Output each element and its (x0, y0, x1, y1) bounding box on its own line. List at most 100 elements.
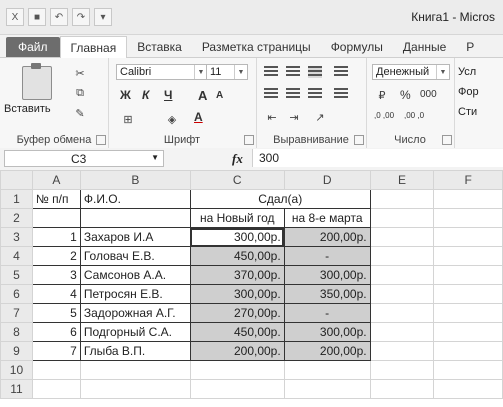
align-left-icon[interactable] (264, 88, 278, 100)
cell[interactable] (369, 208, 435, 228)
cell[interactable] (283, 360, 371, 380)
decrease-indent-icon[interactable]: ⇤ (264, 110, 280, 124)
column-header[interactable]: D (283, 170, 371, 190)
insert-function-icon[interactable]: fx (232, 151, 243, 167)
tab-home[interactable]: Главная (59, 36, 128, 58)
cell[interactable] (283, 379, 371, 399)
align-bottom-icon[interactable] (308, 66, 322, 78)
cell[interactable]: 370,00р. (189, 265, 285, 285)
cell[interactable] (31, 379, 81, 399)
cell[interactable] (79, 360, 191, 380)
column-header[interactable]: B (79, 170, 191, 190)
cell[interactable] (433, 341, 503, 361)
cell[interactable]: 300,00р. (283, 265, 371, 285)
orientation-icon[interactable]: ↗ (312, 110, 328, 124)
cell[interactable] (433, 360, 503, 380)
number-launcher-icon[interactable] (442, 135, 452, 145)
align-top-icon[interactable] (264, 66, 278, 78)
cell[interactable]: на 8-е марта (283, 208, 371, 228)
cell[interactable] (31, 208, 81, 228)
cell[interactable]: Головач Е.В. (79, 246, 191, 266)
copy-icon[interactable]: ⧉ (72, 86, 88, 100)
cell[interactable] (369, 322, 435, 342)
tab-insert[interactable]: Вставка (127, 37, 192, 57)
align-middle-icon[interactable] (286, 66, 300, 78)
cell[interactable] (433, 284, 503, 304)
grow-font-button[interactable]: A (198, 88, 207, 103)
row-header[interactable]: 9 (0, 341, 33, 361)
row-header[interactable]: 6 (0, 284, 33, 304)
cell[interactable]: Захаров И.А (79, 227, 191, 247)
cell-styles-button[interactable]: Сти (458, 106, 477, 118)
row-header[interactable]: 8 (0, 322, 33, 342)
italic-button[interactable]: К (142, 88, 149, 102)
cell[interactable]: Подгорный С.А. (79, 322, 191, 342)
cell[interactable] (79, 208, 191, 228)
cell[interactable]: 300,00р. (189, 284, 285, 304)
cell[interactable] (189, 379, 285, 399)
undo-icon[interactable]: ↶ (50, 8, 68, 26)
cell[interactable]: 450,00р. (189, 322, 285, 342)
tab-page-layout[interactable]: Разметка страницы (192, 37, 321, 57)
comma-style-button[interactable]: 000 (420, 89, 437, 100)
wrap-text-icon[interactable] (334, 66, 348, 78)
cell[interactable] (79, 379, 191, 399)
format-as-table-button[interactable]: Фор (458, 86, 479, 98)
cell[interactable] (433, 227, 503, 247)
merge-center-icon[interactable] (334, 88, 348, 100)
cell[interactable]: 200,00р. (189, 341, 285, 361)
cell[interactable]: 350,00р. (283, 284, 371, 304)
borders-icon[interactable]: ⊞ (120, 112, 136, 126)
tab-formulas[interactable]: Формулы (321, 37, 393, 57)
cell[interactable] (369, 341, 435, 361)
cell[interactable]: 200,00р. (283, 227, 371, 247)
cell[interactable] (433, 303, 503, 323)
cell[interactable]: 5 (31, 303, 81, 323)
format-painter-icon[interactable]: ✎ (72, 106, 88, 120)
alignment-launcher-icon[interactable] (354, 135, 364, 145)
font-launcher-icon[interactable] (244, 135, 254, 145)
save-icon[interactable]: ■ (28, 8, 46, 26)
formula-input[interactable]: 300 (252, 149, 503, 167)
cell[interactable] (433, 208, 503, 228)
paste-button-label[interactable]: Вставить (4, 103, 51, 115)
cell[interactable] (31, 360, 81, 380)
cell[interactable]: Петросян Е.В. (79, 284, 191, 304)
currency-format-icon[interactable]: ₽ (374, 88, 390, 102)
align-right-icon[interactable] (308, 88, 322, 100)
cell[interactable] (369, 303, 435, 323)
tab-file[interactable]: Файл (6, 37, 60, 57)
cell[interactable]: № п/п (31, 189, 81, 209)
cell[interactable] (433, 189, 503, 209)
cell[interactable]: Сдал(а) (189, 189, 371, 209)
cell[interactable]: Ф.И.О. (79, 189, 191, 209)
align-center-icon[interactable] (286, 88, 300, 100)
name-box[interactable]: C3 ▼ (4, 150, 164, 167)
column-header[interactable]: C (189, 170, 285, 190)
row-header[interactable]: 3 (0, 227, 33, 247)
cell[interactable]: 6 (31, 322, 81, 342)
select-all-corner[interactable] (0, 170, 33, 190)
cell[interactable] (369, 265, 435, 285)
cell[interactable]: - (283, 246, 371, 266)
font-color-button[interactable]: A (194, 110, 203, 124)
cell[interactable]: 2 (31, 246, 81, 266)
cell[interactable]: 3 (31, 265, 81, 285)
percent-style-button[interactable]: % (400, 88, 411, 102)
tab-review[interactable]: Р (456, 37, 484, 57)
conditional-formatting-button[interactable]: Усл (458, 66, 476, 78)
row-header[interactable]: 2 (0, 208, 33, 228)
row-header[interactable]: 7 (0, 303, 33, 323)
cell[interactable]: 300,00р. (189, 227, 285, 247)
bold-button[interactable]: Ж (120, 88, 131, 102)
cell[interactable] (369, 284, 435, 304)
customize-toolbar-icon[interactable]: ▾ (94, 8, 112, 26)
column-header[interactable]: E (369, 170, 435, 190)
cell[interactable]: Задорожная А.Г. (79, 303, 191, 323)
row-header[interactable]: 10 (0, 360, 33, 380)
cell[interactable]: 450,00р. (189, 246, 285, 266)
cell[interactable] (433, 322, 503, 342)
cell[interactable]: 7 (31, 341, 81, 361)
cell[interactable] (369, 360, 435, 380)
cell[interactable] (369, 189, 435, 209)
